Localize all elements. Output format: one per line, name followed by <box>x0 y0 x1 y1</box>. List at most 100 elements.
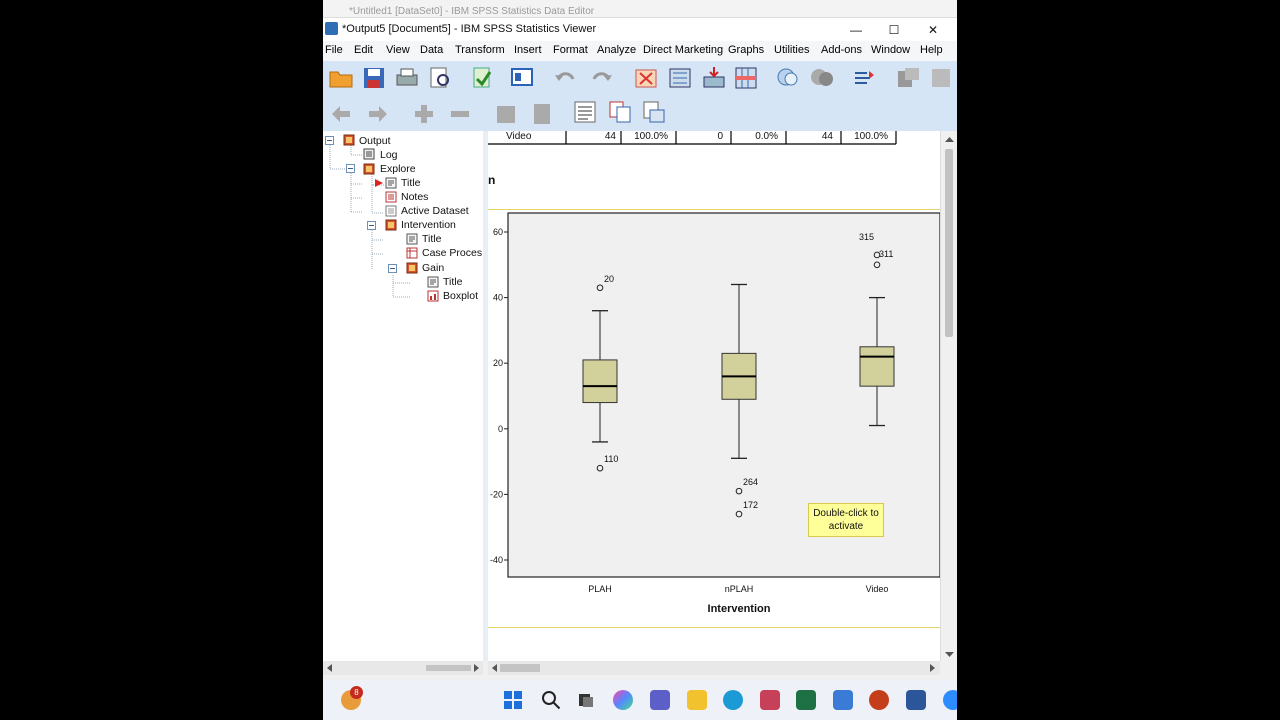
scroll-left-arrow-icon[interactable] <box>326 664 334 672</box>
vertical-scrollbar[interactable] <box>940 131 957 661</box>
expand-plus-icon[interactable] <box>411 101 437 127</box>
photos-icon[interactable] <box>833 690 853 710</box>
spelling-icon[interactable] <box>929 65 955 91</box>
select-cases-icon[interactable] <box>775 65 801 91</box>
tree-node-boxplot[interactable]: Boxplot <box>443 290 478 302</box>
go-to-data-icon[interactable] <box>509 65 535 91</box>
goto-case-icon[interactable] <box>633 65 659 91</box>
tree-node-intervention-title[interactable]: Title <box>422 233 441 245</box>
demote-arrow-right-icon[interactable] <box>365 101 391 127</box>
insert-title-icon[interactable] <box>607 99 633 125</box>
menu-graphs[interactable]: Graphs <box>728 44 764 56</box>
table-cell: 44 <box>822 131 834 142</box>
print-icon[interactable] <box>394 65 420 91</box>
scroll-up-arrow-icon[interactable] <box>945 135 954 144</box>
explore-book-icon <box>363 163 375 175</box>
use-sets-icon[interactable] <box>851 65 877 91</box>
menu-file[interactable]: File <box>325 44 343 56</box>
title-icon <box>406 233 418 245</box>
minimize-button[interactable]: — <box>838 20 874 40</box>
tree-node-active-dataset[interactable]: Active Dataset <box>401 205 469 217</box>
collapse-toggle-icon[interactable] <box>325 136 334 145</box>
value-labels-icon[interactable] <box>809 65 835 91</box>
tree-node-log[interactable]: Log <box>380 149 398 161</box>
zoom-icon[interactable] <box>943 690 957 710</box>
notification-badge: 8 <box>350 686 363 699</box>
windows-start-icon[interactable] <box>503 690 523 710</box>
menu-bar: File Edit View Data Transform Insert For… <box>323 41 957 61</box>
show-all-variables-icon[interactable] <box>895 65 921 91</box>
edge-browser-icon[interactable] <box>723 690 743 710</box>
content-scroll-thumb[interactable] <box>500 664 540 672</box>
content-horizontal-scrollbar[interactable] <box>488 661 940 675</box>
task-view-icon[interactable] <box>576 690 596 710</box>
menu-analyze[interactable]: Analyze <box>597 44 636 56</box>
scroll-left-arrow-icon[interactable] <box>491 664 499 672</box>
word-icon[interactable] <box>906 690 926 710</box>
undo-icon[interactable] <box>552 65 578 91</box>
tree-scroll-thumb[interactable] <box>426 665 471 671</box>
collapse-toggle-icon[interactable] <box>388 264 397 273</box>
menu-format[interactable]: Format <box>553 44 588 56</box>
tree-node-notes[interactable]: Notes <box>401 191 428 203</box>
insert-variable-icon[interactable] <box>733 65 759 91</box>
save-icon[interactable] <box>361 65 387 91</box>
vertical-scroll-thumb[interactable] <box>945 149 953 337</box>
outline-tree-pane[interactable]: Output Log Explore Title Notes Active Da… <box>323 131 484 661</box>
menu-edit[interactable]: Edit <box>354 44 373 56</box>
box <box>582 359 618 404</box>
powerpoint-icon[interactable] <box>869 690 889 710</box>
scroll-down-arrow-icon[interactable] <box>945 650 954 659</box>
title-bar[interactable]: *Output5 [Document5] - IBM SPSS Statisti… <box>323 17 957 42</box>
tree-horizontal-scrollbar[interactable] <box>323 661 483 675</box>
collapse-toggle-icon[interactable] <box>367 221 376 230</box>
copilot-icon[interactable] <box>613 690 633 710</box>
menu-insert[interactable]: Insert <box>514 44 542 56</box>
teams-icon[interactable] <box>650 690 670 710</box>
print-preview-icon[interactable] <box>427 65 453 91</box>
excel-icon[interactable] <box>796 690 816 710</box>
show-icon[interactable] <box>493 101 519 127</box>
tree-node-gain[interactable]: Gain <box>422 262 444 274</box>
promote-arrow-left-icon[interactable] <box>328 101 354 127</box>
menu-window[interactable]: Window <box>871 44 910 56</box>
log-icon <box>363 148 375 160</box>
menu-data[interactable]: Data <box>420 44 443 56</box>
maximize-button[interactable]: ☐ <box>876 20 912 40</box>
menu-utilities[interactable]: Utilities <box>774 44 809 56</box>
output-content-pane[interactable]: Video 44 100.0% 0 0.0% 44 100.0% n 60 40 2… <box>488 131 940 661</box>
collapse-toggle-icon[interactable] <box>346 164 355 173</box>
tree-node-gain-title[interactable]: Title <box>443 276 462 288</box>
file-explorer-icon[interactable] <box>687 690 707 710</box>
boxplot-chart[interactable]: 60 40 20 0 -20 -40 20 110 PLAH 264 172 nPLAH 315 311 V… <box>488 210 940 627</box>
menu-direct-marketing[interactable]: Direct Marketing <box>643 44 723 56</box>
tree-node-case-processing[interactable]: Case Proces <box>422 247 482 259</box>
collapse-minus-icon[interactable] <box>447 101 473 127</box>
outlier-label: 20 <box>604 274 614 284</box>
export-icon[interactable] <box>469 65 495 91</box>
tree-node-explore[interactable]: Explore <box>380 163 416 175</box>
tree-node-title[interactable]: Title <box>401 177 420 189</box>
scroll-right-arrow-icon[interactable] <box>472 664 480 672</box>
spss-taskbar-icon[interactable] <box>760 690 780 710</box>
redo-icon[interactable] <box>589 65 615 91</box>
menu-view[interactable]: View <box>386 44 410 56</box>
menu-transform[interactable]: Transform <box>455 44 505 56</box>
variables-icon[interactable] <box>667 65 693 91</box>
open-folder-icon[interactable] <box>328 65 354 91</box>
case-processing-table-row: Video 44 100.0% 0 0.0% 44 100.0% <box>488 131 897 145</box>
close-button[interactable]: ✕ <box>915 20 951 40</box>
menu-help[interactable]: Help <box>920 44 943 56</box>
menu-add-ons[interactable]: Add-ons <box>821 44 862 56</box>
scroll-right-arrow-icon[interactable] <box>928 664 936 672</box>
search-icon[interactable] <box>541 690 561 710</box>
insert-text-icon[interactable] <box>641 99 667 125</box>
tree-node-intervention[interactable]: Intervention <box>401 219 456 231</box>
hide-icon[interactable] <box>529 101 555 127</box>
insert-cases-icon[interactable] <box>701 65 727 91</box>
y-tick-label: 60 <box>493 227 503 237</box>
main-toolbar <box>323 61 957 97</box>
tree-node-output[interactable]: Output <box>359 135 391 147</box>
table-cell: 0 <box>717 131 723 142</box>
insert-heading-icon[interactable] <box>572 99 598 125</box>
